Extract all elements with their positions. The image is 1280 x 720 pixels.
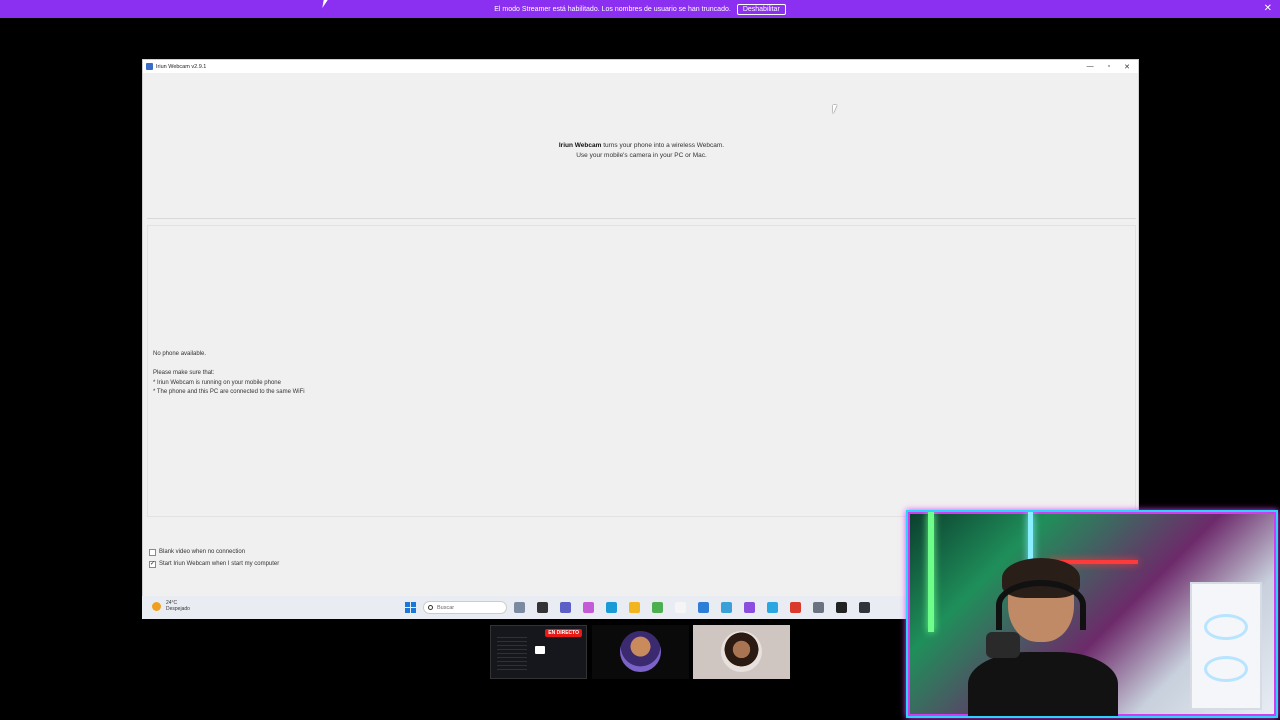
blank-video-option[interactable]: Blank video when no connection bbox=[149, 546, 279, 558]
iriun-app-icon bbox=[146, 63, 153, 70]
fan-icon bbox=[1204, 656, 1248, 682]
obs-icon[interactable] bbox=[836, 602, 847, 613]
messenger-icon[interactable] bbox=[744, 602, 755, 613]
make-sure-text: Please make sure that: bbox=[153, 370, 215, 376]
start-on-boot-label: Start Iriun Webcam when I start my compu… bbox=[159, 561, 280, 567]
microphone-icon bbox=[986, 632, 1020, 658]
webcam-app-icon[interactable] bbox=[859, 602, 870, 613]
start-on-boot-checkbox[interactable]: ✓ bbox=[149, 560, 156, 568]
pc-case bbox=[1190, 582, 1262, 710]
search-icon bbox=[428, 605, 433, 610]
app-icon-cyan[interactable] bbox=[767, 602, 778, 613]
maximize-icon[interactable]: ▫ bbox=[1108, 63, 1110, 70]
options-group: Blank video when no connection ✓ Start I… bbox=[149, 546, 279, 570]
intro-text: Iriun Webcam turns your phone into a wir… bbox=[147, 141, 1136, 161]
headset-icon bbox=[996, 580, 1086, 630]
chrome-icon[interactable] bbox=[790, 602, 801, 613]
streamer-mode-banner: El modo Streamer está habilitado. Los no… bbox=[0, 0, 1280, 18]
window-titlebar[interactable]: Iriun Webcam v2.9.1 — ▫ ✕ bbox=[143, 60, 1138, 73]
utorrent-icon[interactable] bbox=[652, 602, 663, 613]
avatar bbox=[721, 631, 762, 672]
window-title: Iriun Webcam v2.9.1 bbox=[156, 63, 207, 70]
blank-video-label: Blank video when no connection bbox=[159, 549, 246, 555]
start-on-boot-option[interactable]: ✓ Start Iriun Webcam when I start my com… bbox=[149, 558, 279, 570]
fan-icon bbox=[1204, 614, 1248, 640]
stream-thumbnail-screen[interactable]: EN DIRECTO bbox=[490, 625, 587, 679]
settings-icon[interactable] bbox=[813, 602, 824, 613]
task-view-icon[interactable] bbox=[514, 602, 525, 613]
teams-icon[interactable] bbox=[560, 602, 571, 613]
hint-bullet-2: * The phone and this PC are connected to… bbox=[153, 389, 305, 395]
blank-video-checkbox[interactable] bbox=[149, 548, 156, 556]
banner-message: El modo Streamer está habilitado. Los no… bbox=[494, 5, 731, 13]
weather-condition: Despejado bbox=[166, 606, 190, 612]
no-phone-text: No phone available. bbox=[153, 351, 207, 357]
hint-bullet-1: * Iriun Webcam is running on your mobile… bbox=[153, 379, 281, 386]
mouse-cursor-icon bbox=[322, 0, 331, 8]
avatar bbox=[620, 631, 661, 672]
taskbar-search[interactable]: Buscar bbox=[423, 601, 507, 614]
app-name: Iriun Webcam bbox=[558, 142, 602, 149]
notes-icon[interactable] bbox=[721, 602, 732, 613]
mouse-cursor-icon bbox=[833, 105, 840, 114]
stream-thumbnail-avatar-1[interactable] bbox=[592, 625, 689, 679]
app-icon-blue[interactable] bbox=[698, 602, 709, 613]
taskbar-apps: Buscar bbox=[405, 599, 870, 616]
taskbar: 24°C Despejado Buscar bbox=[142, 596, 908, 619]
monitor-icon bbox=[535, 646, 545, 654]
live-badge: EN DIRECTO bbox=[545, 629, 582, 637]
weather-widget[interactable]: 24°C Despejado bbox=[152, 600, 190, 612]
search-placeholder: Buscar bbox=[437, 604, 455, 611]
copilot-icon[interactable] bbox=[583, 602, 594, 613]
close-icon[interactable]: ✕ bbox=[1264, 3, 1272, 15]
notepad-icon[interactable] bbox=[675, 602, 686, 613]
intro-panel: Iriun Webcam turns your phone into a wir… bbox=[147, 77, 1136, 219]
windows-start-icon[interactable] bbox=[405, 602, 416, 613]
connection-status: No phone available. Please make sure tha… bbox=[153, 350, 305, 398]
video-preview-panel: No phone available. Please make sure tha… bbox=[147, 225, 1136, 517]
window-controls: — ▫ ✕ bbox=[1087, 60, 1130, 73]
weather-sun-icon bbox=[152, 601, 161, 611]
intro-line2: Use your mobile's camera in your PC or M… bbox=[576, 152, 707, 159]
minimize-icon[interactable]: — bbox=[1087, 63, 1094, 70]
neon-light bbox=[928, 512, 934, 632]
file-icon[interactable] bbox=[537, 602, 548, 613]
screen-preview bbox=[497, 634, 527, 670]
close-window-icon[interactable]: ✕ bbox=[1124, 63, 1130, 71]
intro-line1: turns your phone into a wireless Webcam. bbox=[601, 142, 725, 149]
streamer bbox=[968, 558, 1118, 716]
explorer-icon[interactable] bbox=[629, 602, 640, 613]
screen: El modo Streamer está habilitado. Los no… bbox=[0, 0, 1280, 720]
edge-icon[interactable] bbox=[606, 602, 617, 613]
disable-streamer-mode-button[interactable]: Deshabilitar bbox=[736, 3, 786, 15]
streamer-body bbox=[968, 652, 1118, 716]
pinned-apps bbox=[514, 602, 870, 613]
webcam-overlay bbox=[906, 510, 1278, 718]
stream-thumbnail-avatar-2[interactable] bbox=[693, 625, 790, 679]
